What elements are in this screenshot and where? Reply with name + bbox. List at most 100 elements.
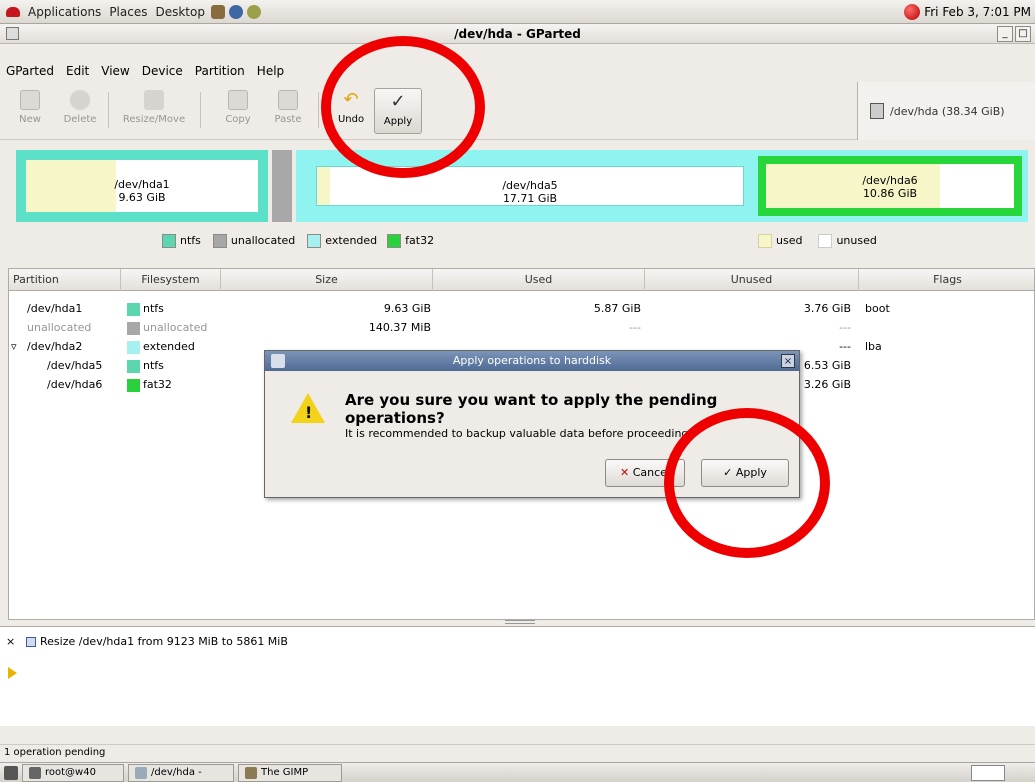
task-terminal[interactable]: root@w40 <box>22 763 124 782</box>
row-size: 9.63 GiB <box>383 302 431 315</box>
paste-label: Paste <box>274 114 302 125</box>
panel-clock[interactable]: Fri Feb 3, 7:01 PM <box>904 4 1031 20</box>
top-panel: Applications Places Desktop Fri Feb 3, 7… <box>0 0 1035 24</box>
col-flags[interactable]: Flags <box>859 269 1035 291</box>
usage-legend: used unused <box>758 234 877 248</box>
ops-close-icon[interactable]: × <box>6 635 15 648</box>
expander-icon[interactable]: ▿ <box>11 337 17 356</box>
task-gimp[interactable]: The GIMP <box>238 763 342 782</box>
partmap-unallocated[interactable] <box>272 150 292 222</box>
legend-unused: unused <box>836 234 877 247</box>
used-swatch <box>758 234 772 248</box>
row-partition: /dev/hda6 <box>47 378 103 391</box>
delete-icon <box>70 90 90 110</box>
delete-button[interactable]: Delete <box>54 90 106 134</box>
row-partition: /dev/hda2 <box>27 340 83 353</box>
workspace-switcher[interactable] <box>971 765 1005 781</box>
row-size: 140.37 MiB <box>368 321 431 334</box>
apply-arrow-icon <box>8 667 17 679</box>
desktop-menu[interactable]: Desktop <box>151 5 209 19</box>
partmap-hda6[interactable]: /dev/hda6 10.86 GiB <box>758 156 1022 216</box>
col-partition[interactable]: Partition <box>9 269 121 291</box>
partmap-hda1-name: /dev/hda1 <box>114 178 170 191</box>
task-gparted-label: /dev/hda - <box>151 766 202 778</box>
menu-partition[interactable]: Partition <box>189 64 251 82</box>
dialog-menu-icon[interactable] <box>271 354 285 368</box>
paste-button[interactable]: Paste <box>262 90 314 134</box>
row-unused: 3.76 GiB <box>803 302 851 315</box>
annotation-circle-toolbar <box>321 36 485 178</box>
row-partition: unallocated <box>27 321 92 334</box>
menu-gparted[interactable]: GParted <box>0 64 60 82</box>
warning-mark: ! <box>305 403 313 422</box>
fs-swatch <box>127 359 140 373</box>
extended-swatch <box>307 234 322 248</box>
fat32-swatch <box>387 234 402 248</box>
menu-device[interactable]: Device <box>136 64 189 82</box>
device-selector-label: /dev/hda (38.34 GiB) <box>890 104 1005 118</box>
row-partition: /dev/hda5 <box>47 359 103 372</box>
show-desktop-icon[interactable] <box>4 765 18 780</box>
col-used[interactable]: Used <box>433 269 645 291</box>
new-button[interactable]: New <box>4 90 56 134</box>
minimize-icon[interactable]: _ <box>997 26 1013 42</box>
harddisk-icon <box>870 103 884 119</box>
copy-icon <box>228 90 248 110</box>
pane-grip[interactable] <box>505 620 535 624</box>
partmap-hda5-name: /dev/hda5 <box>502 179 558 192</box>
partmap-hda5-size: 17.71 GiB <box>502 192 558 205</box>
window-title-bar: /dev/hda - GParted _ □ <box>0 24 1035 44</box>
copy-button[interactable]: Copy <box>212 90 264 134</box>
operation-item[interactable]: Resize /dev/hda1 from 9123 MiB to 5861 M… <box>26 635 288 648</box>
menu-view[interactable]: View <box>95 64 135 82</box>
unallocated-swatch <box>212 234 227 248</box>
legend-extended: extended <box>325 234 378 247</box>
settings-icon[interactable] <box>246 4 261 19</box>
legend-used: used <box>776 234 803 247</box>
paste-icon <box>278 90 298 110</box>
bottom-panel: root@w40 /dev/hda - The GIMP <box>0 762 1035 782</box>
fs-swatch <box>127 302 140 316</box>
places-menu[interactable]: Places <box>105 5 151 19</box>
row-filesystem: unallocated <box>143 321 208 334</box>
device-selector[interactable]: /dev/hda (38.34 GiB) <box>857 82 1035 140</box>
row-filesystem: fat32 <box>143 378 172 391</box>
pending-operations-pane: × Resize /dev/hda1 from 9123 MiB to 5861… <box>0 626 1035 726</box>
redhat-icon[interactable] <box>6 6 20 17</box>
row-used: 5.87 GiB <box>593 302 641 315</box>
dialog-title-bar: Apply operations to harddisk × <box>265 351 799 371</box>
clock-text: Fri Feb 3, 7:01 PM <box>924 5 1031 19</box>
col-filesystem[interactable]: Filesystem <box>121 269 221 291</box>
browser-icon[interactable] <box>228 4 243 19</box>
maximize-icon[interactable]: □ <box>1015 26 1031 42</box>
col-unused[interactable]: Unused <box>645 269 859 291</box>
resize-icon <box>144 90 164 110</box>
row-filesystem: ntfs <box>143 302 164 315</box>
update-icon[interactable] <box>904 4 921 20</box>
partition-map: /dev/hda1 9.63 GiB /dev/hda5 17.71 GiB /… <box>16 150 1028 222</box>
task-gimp-label: The GIMP <box>261 766 309 778</box>
launcher-icon[interactable] <box>210 4 225 19</box>
menu-edit[interactable]: Edit <box>60 64 95 82</box>
fs-swatch <box>127 321 140 335</box>
partmap-hda6-size: 10.86 GiB <box>862 187 918 200</box>
menu-help[interactable]: Help <box>251 64 290 82</box>
col-size[interactable]: Size <box>221 269 433 291</box>
applications-menu[interactable]: Applications <box>24 5 105 19</box>
resize-move-button[interactable]: Resize/Move <box>116 90 192 134</box>
close-icon[interactable]: × <box>781 354 795 368</box>
resize-move-label: Resize/Move <box>122 114 186 125</box>
partmap-hda1[interactable]: /dev/hda1 9.63 GiB <box>16 150 268 222</box>
window-menu-icon[interactable] <box>6 27 19 40</box>
table-row[interactable]: unallocated unallocated 140.37 MiB --- -… <box>9 318 1034 337</box>
fs-swatch <box>127 340 140 354</box>
table-row[interactable]: /dev/hda1 ntfs 9.63 GiB 5.87 GiB 3.76 Gi… <box>9 299 1034 318</box>
delete-label: Delete <box>63 114 97 125</box>
new-icon <box>20 90 40 110</box>
task-gparted[interactable]: /dev/hda - <box>128 763 234 782</box>
resize-op-icon <box>26 636 36 647</box>
row-flags: boot <box>865 302 890 315</box>
terminal-icon <box>29 766 41 779</box>
row-used: --- <box>629 321 641 334</box>
row-unused: --- <box>839 321 851 334</box>
